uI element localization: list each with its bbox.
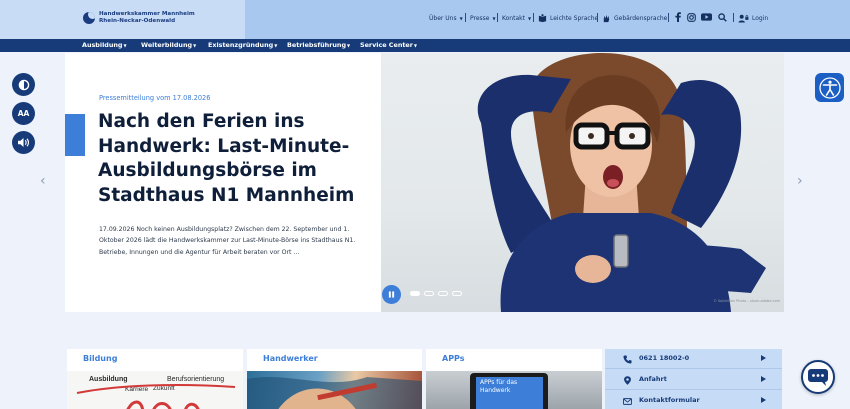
login-link[interactable]: Login xyxy=(738,13,768,23)
facebook-icon xyxy=(674,12,681,22)
card-img-word: Berufsorientierung xyxy=(167,376,224,383)
nav-item-existenzgruendung[interactable]: Existenzgründung▼ xyxy=(208,41,277,49)
hero-date: Pressemitteilung vom 17.08.2026 xyxy=(99,94,211,102)
sign-language-icon xyxy=(603,14,610,22)
util-link-kontakt[interactable]: Kontakt ▼ xyxy=(502,13,531,23)
util-link-gebaerdensprache[interactable]: Gebärdensprache xyxy=(602,13,667,23)
divider xyxy=(465,13,466,22)
logo-mark-icon xyxy=(83,12,95,24)
card-title: APPs xyxy=(442,354,465,363)
accessibility-button[interactable] xyxy=(815,73,844,102)
speaker-icon xyxy=(18,138,30,147)
youtube-link[interactable] xyxy=(701,11,712,23)
phone-icon xyxy=(623,355,632,364)
chevron-down-icon: ▼ xyxy=(492,15,496,21)
nav-item-service-center[interactable]: Service Center▼ xyxy=(360,41,417,49)
pause-icon xyxy=(388,291,395,298)
card-bildung[interactable]: Bildung Ausbildung Karriere Zukunft Beru… xyxy=(67,349,243,409)
tablet-screen: APPs für das Handwerk xyxy=(476,377,543,409)
chevron-down-icon: ▼ xyxy=(527,15,532,21)
font-size-button[interactable]: AA xyxy=(12,102,35,125)
chevron-down-icon: ▼ xyxy=(193,43,197,48)
util-link-presse[interactable]: Presse ▼ xyxy=(470,13,496,23)
card-title: Handwerker xyxy=(263,354,318,363)
chevron-down-icon: ▼ xyxy=(123,43,127,48)
image-credit: © Kollektion Photo – stock.adobe.com xyxy=(713,299,780,303)
hero-image: © Kollektion Photo – stock.adobe.com xyxy=(381,53,784,312)
location-pin-icon xyxy=(624,376,631,385)
search-icon xyxy=(718,12,727,22)
divider xyxy=(497,13,498,22)
chevron-down-icon: ▼ xyxy=(459,15,463,21)
chevron-down-icon: ▼ xyxy=(413,43,417,48)
slider-pause-button[interactable] xyxy=(382,285,401,304)
card-apps[interactable]: APPs APPs für das Handwerk xyxy=(426,349,602,409)
hero-body: 17.09.2026 Noch keinen Ausbildungsplatz?… xyxy=(99,226,356,256)
card-img-word: Ausbildung xyxy=(89,376,128,383)
logo-area[interactable]: Handwerkskammer Mannheim Rhein-Neckar-Od… xyxy=(0,0,245,39)
slider-next-button[interactable]: › xyxy=(797,173,803,189)
contact-label: Kontaktformular xyxy=(639,396,700,404)
accessibility-person-icon xyxy=(818,76,841,99)
chevron-right-icon xyxy=(761,355,766,361)
read-aloud-button[interactable] xyxy=(12,131,35,154)
card-handwerker[interactable]: Handwerker xyxy=(247,349,422,409)
nav-item-ausbildung[interactable]: Ausbildung▼ xyxy=(82,41,127,49)
chevron-right-icon: › xyxy=(797,173,803,189)
divider xyxy=(597,13,598,22)
slider-dot-4[interactable] xyxy=(452,291,462,296)
slider-prev-button[interactable]: ‹ xyxy=(40,173,46,189)
contact-row-phone[interactable]: 0621 18002-0 xyxy=(605,349,782,369)
facebook-link[interactable] xyxy=(672,11,683,23)
chevron-right-icon xyxy=(761,376,766,382)
easy-language-icon xyxy=(538,13,547,22)
hero-title[interactable]: Nach den Ferien ins Handwerk: Last-Minut… xyxy=(98,110,368,208)
chevron-right-icon xyxy=(761,397,766,403)
hero-accent-bar xyxy=(65,114,85,156)
contact-label: Anfahrt xyxy=(639,375,667,383)
logo-text: Handwerkskammer Mannheim Rhein-Neckar-Od… xyxy=(99,11,195,24)
brand-name-line1: Handwerkskammer Mannheim xyxy=(99,11,195,17)
instagram-icon xyxy=(687,12,696,22)
slider-dot-2[interactable] xyxy=(424,291,434,296)
contact-label: 0621 18002-0 xyxy=(639,354,690,362)
hero-teaser[interactable]: Pressemitteilung vom 17.08.2026 Nach den… xyxy=(65,53,381,312)
card-image-bildung: Ausbildung Karriere Zukunft Berufsorient… xyxy=(67,371,243,409)
slider-dot-1[interactable] xyxy=(410,291,420,296)
chevron-down-icon: ▼ xyxy=(274,43,278,48)
hero-photo-woman-surprised xyxy=(477,53,766,312)
instagram-link[interactable] xyxy=(686,11,697,23)
chat-button[interactable] xyxy=(801,360,835,394)
contact-panel: 0621 18002-0 Anfahrt Kontaktformular xyxy=(605,349,782,409)
font-size-icon: AA xyxy=(17,109,30,118)
search-button[interactable] xyxy=(717,11,728,23)
top-bar: Handwerkskammer Mannheim Rhein-Neckar-Od… xyxy=(0,0,850,39)
nav-item-weiterbildung[interactable]: Weiterbildung▼ xyxy=(141,41,196,49)
card-image-handwerker xyxy=(247,371,422,409)
contact-row-anfahrt[interactable]: Anfahrt xyxy=(605,370,782,390)
mail-icon xyxy=(623,398,632,405)
slider-dot-3[interactable] xyxy=(438,291,448,296)
contact-row-kontaktformular[interactable]: Kontaktformular xyxy=(605,391,782,409)
chevron-left-icon: ‹ xyxy=(40,173,46,189)
brand-name-line2: Rhein-Neckar-Odenwald xyxy=(99,17,176,24)
login-icon xyxy=(738,14,749,23)
divider xyxy=(733,13,734,22)
card-title: Bildung xyxy=(83,354,118,363)
contrast-icon xyxy=(18,79,29,90)
youtube-icon xyxy=(701,13,712,21)
card-image-apps: APPs für das Handwerk xyxy=(426,371,602,409)
chevron-down-icon: ▼ xyxy=(347,43,351,48)
chat-bubble-icon xyxy=(808,369,828,386)
util-link-leichte-sprache[interactable]: Leichte Sprache xyxy=(538,13,598,23)
util-link-ueber-uns[interactable]: Über Uns ▼ xyxy=(429,13,463,23)
nav-item-betriebsfuehrung[interactable]: Betriebsführung▼ xyxy=(287,41,350,49)
main-nav: Ausbildung▼ Weiterbildung▼ Existenzgründ… xyxy=(0,39,850,52)
divider xyxy=(668,13,669,22)
contrast-toggle-button[interactable] xyxy=(12,73,35,96)
apps-caption: APPs für das Handwerk xyxy=(480,379,518,394)
divider xyxy=(533,13,534,22)
